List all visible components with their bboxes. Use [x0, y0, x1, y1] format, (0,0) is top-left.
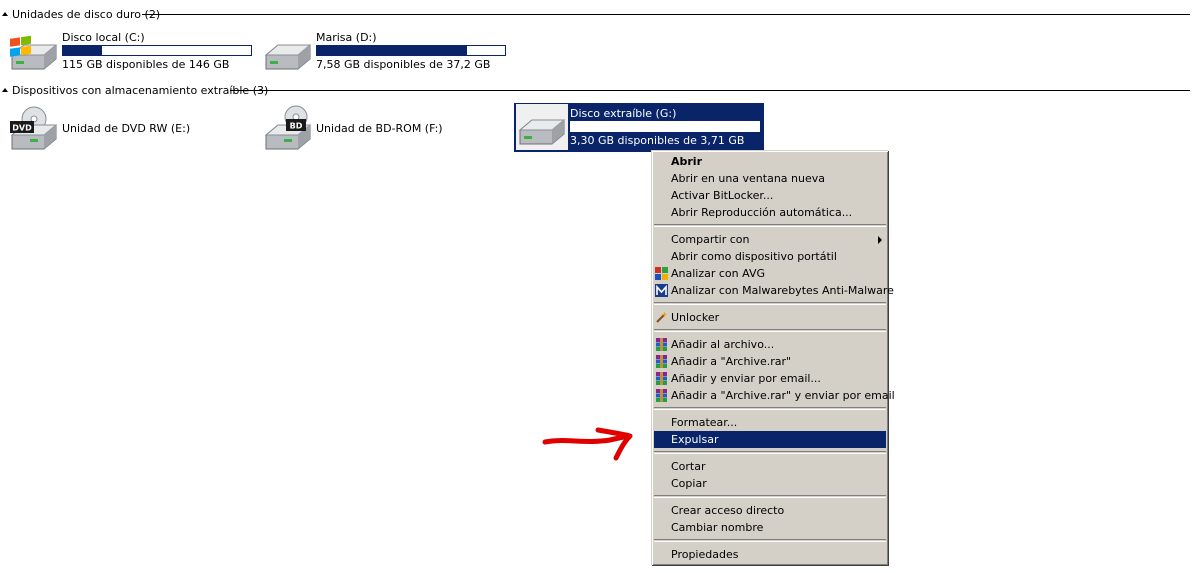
drive-d[interactable]: Marisa (D:) 7,58 GB disponibles de 37,2 …	[262, 31, 506, 73]
usage-bar	[570, 121, 760, 132]
menu-item-copiar[interactable]: Copiar	[652, 475, 888, 492]
bd-drive-icon: BD	[262, 105, 314, 151]
menu-item-label: Formatear...	[671, 416, 738, 429]
menu-item-label: Expulsar	[671, 433, 719, 446]
unlocker-wand-icon	[656, 311, 668, 323]
menu-item-label: Abrir como dispositivo portátil	[671, 250, 837, 263]
menu-item-analizar-malwarebytes[interactable]: Analizar con Malwarebytes Anti-Malware	[652, 282, 894, 299]
group-divider	[142, 14, 1190, 15]
menu-item-activar-bitlocker[interactable]: Activar BitLocker...	[652, 187, 888, 204]
menu-item-dispositivo-portatil[interactable]: Abrir como dispositivo portátil	[652, 248, 888, 265]
menu-item-label: Analizar con AVG	[671, 267, 765, 280]
menu-item-compartir-con[interactable]: Compartir con	[652, 231, 888, 248]
menu-separator	[654, 407, 886, 410]
menu-item-abrir-ventana-nueva[interactable]: Abrir en una ventana nueva	[652, 170, 888, 187]
menu-item-label: Compartir con	[671, 233, 750, 246]
drive-e[interactable]: DVD Unidad de DVD RW (E:)	[8, 104, 190, 152]
menu-item-label: Añadir al archivo...	[671, 338, 775, 351]
usage-bar	[62, 45, 252, 56]
menu-separator	[654, 329, 886, 332]
menu-item-propiedades[interactable]: Propiedades	[652, 546, 888, 563]
menu-separator	[654, 451, 886, 454]
menu-separator	[654, 302, 886, 305]
menu-item-abrir[interactable]: Abrir	[652, 153, 888, 170]
collapse-triangle-icon[interactable]	[2, 88, 8, 92]
collapse-triangle-icon[interactable]	[2, 12, 8, 16]
drive-free-space: 115 GB disponibles de 146 GB	[62, 58, 230, 71]
menu-item-label: Abrir Reproducción automática...	[671, 206, 853, 219]
windows-hdd-icon	[8, 31, 60, 77]
menu-item-analizar-avg[interactable]: Analizar con AVG	[652, 265, 888, 282]
menu-item-label: Añadir y enviar por email...	[671, 372, 821, 385]
hdd-icon	[262, 31, 314, 77]
menu-item-expulsar[interactable]: Expulsar	[654, 431, 886, 448]
drive-c[interactable]: Disco local (C:) 115 GB disponibles de 1…	[8, 31, 252, 73]
menu-item-crear-acceso-directo[interactable]: Crear acceso directo	[652, 502, 888, 519]
winrar-icon	[656, 389, 667, 402]
menu-item-label: Cambiar nombre	[671, 521, 764, 534]
usage-bar-fill	[63, 46, 103, 55]
winrar-icon	[656, 355, 667, 368]
winrar-icon	[656, 338, 667, 351]
menu-item-label: Abrir	[671, 155, 703, 168]
usage-bar-fill	[317, 46, 468, 55]
context-menu: Abrir Abrir en una ventana nueva Activar…	[651, 150, 895, 565]
menu-item-reproduccion-automatica[interactable]: Abrir Reproducción automática...	[652, 204, 888, 221]
annotation-arrow-icon	[542, 427, 633, 461]
menu-item-anadir-archivo[interactable]: Añadir al archivo...	[652, 336, 888, 353]
bd-badge: BD	[290, 122, 303, 131]
drive-info: Disco local (C:) 115 GB disponibles de 1…	[60, 31, 252, 73]
menu-separator	[654, 224, 886, 227]
drive-name: Unidad de BD-ROM (F:)	[316, 121, 443, 135]
submenu-arrow-icon	[878, 236, 882, 244]
drive-info: Marisa (D:) 7,58 GB disponibles de 37,2 …	[314, 31, 506, 73]
menu-item-label: Añadir a "Archive.rar"	[671, 355, 792, 368]
group-header-removable[interactable]: Dispositivos con almacenamiento extraíbl…	[0, 83, 1198, 97]
removable-disk-icon	[516, 104, 568, 150]
usage-bar-fill	[571, 122, 592, 131]
menu-separator	[654, 495, 886, 498]
menu-item-label: Unlocker	[671, 311, 720, 324]
menu-item-anadir-enviar-email[interactable]: Añadir y enviar por email...	[652, 370, 888, 387]
group-title: Unidades de disco duro (2)	[12, 7, 161, 21]
menu-item-label: Crear acceso directo	[671, 504, 785, 517]
malwarebytes-icon	[655, 284, 668, 297]
menu-item-label: Propiedades	[671, 548, 739, 561]
drive-g[interactable]: Disco extraíble (G:) 3,30 GB disponibles…	[514, 103, 764, 152]
menu-item-label: Abrir en una ventana nueva	[671, 172, 825, 185]
group-header-hard-disks[interactable]: Unidades de disco duro (2)	[0, 7, 1198, 21]
drive-f[interactable]: BD Unidad de BD-ROM (F:)	[262, 104, 443, 152]
group-divider	[230, 90, 1190, 91]
menu-item-anadir-archive-rar[interactable]: Añadir a "Archive.rar"	[652, 353, 888, 370]
dvd-drive-icon: DVD	[8, 105, 60, 151]
drive-free-space: 7,58 GB disponibles de 37,2 GB	[316, 58, 491, 71]
winrar-icon	[656, 372, 667, 385]
menu-item-cortar[interactable]: Cortar	[652, 458, 888, 475]
drive-free-space: 3,30 GB disponibles de 3,71 GB	[570, 134, 745, 147]
drive-name: Unidad de DVD RW (E:)	[62, 121, 191, 135]
drive-name: Disco local (C:)	[62, 31, 145, 44]
drive-name: Disco extraíble (G:)	[570, 107, 677, 120]
drive-name: Marisa (D:)	[316, 31, 377, 44]
menu-item-anadir-archive-rar-email[interactable]: Añadir a "Archive.rar" y enviar por emai…	[652, 387, 895, 404]
menu-item-label: Copiar	[671, 477, 707, 490]
dvd-badge: DVD	[12, 124, 32, 133]
menu-item-label: Analizar con Malwarebytes Anti-Malware	[671, 284, 894, 297]
menu-separator	[654, 539, 886, 542]
menu-item-label: Activar BitLocker...	[671, 189, 774, 202]
menu-item-cambiar-nombre[interactable]: Cambiar nombre	[652, 519, 888, 536]
menu-item-label: Añadir a "Archive.rar" y enviar por emai…	[671, 389, 895, 402]
menu-item-unlocker[interactable]: Unlocker	[652, 309, 888, 326]
usage-bar	[316, 45, 506, 56]
drive-info: Disco extraíble (G:) 3,30 GB disponibles…	[568, 103, 760, 152]
menu-item-label: Cortar	[671, 460, 706, 473]
avg-icon	[655, 267, 668, 280]
menu-item-formatear[interactable]: Formatear...	[652, 414, 888, 431]
